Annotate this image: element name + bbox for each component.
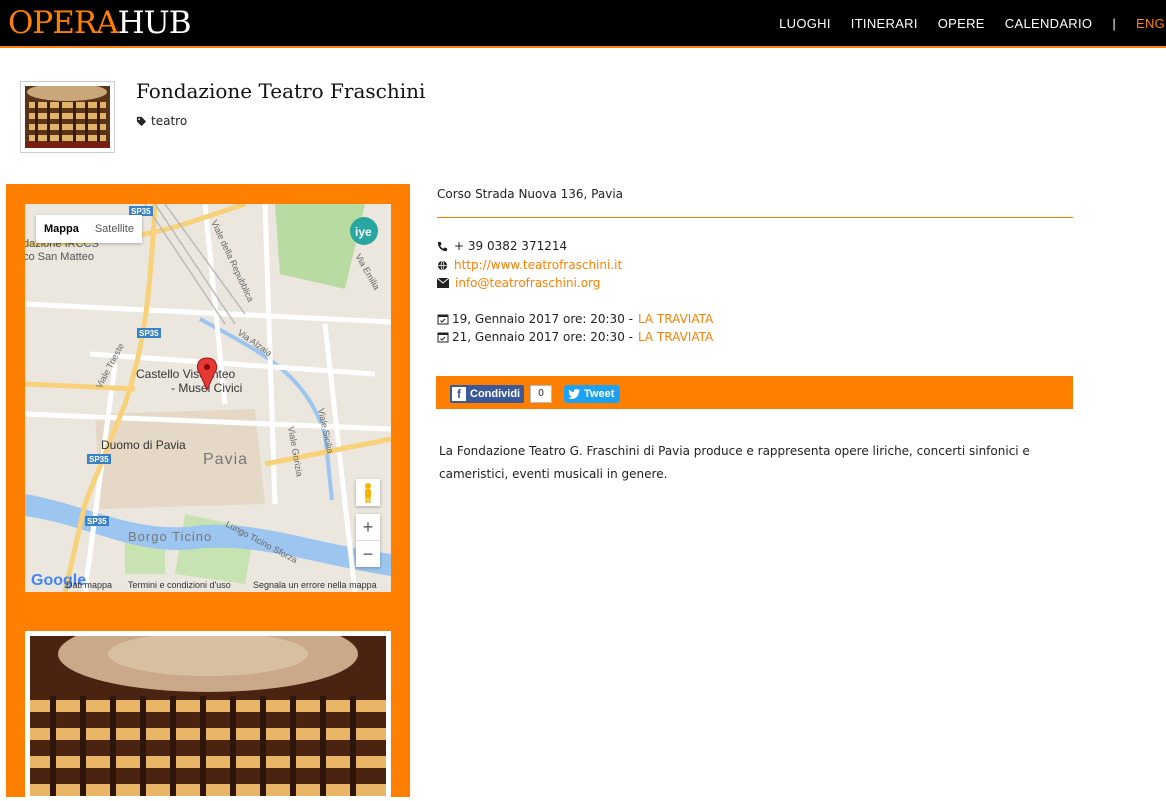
logo-part-opera: OPERA [8,5,119,41]
map-canvas: SP35 SP35 SP35 SP35 dazione IRCCS co San… [25,204,391,592]
map-label-castello: Castello Visconteo [136,367,235,381]
facebook-icon: f [452,387,466,401]
venue-address: Corso Strada Nuova 136, Pavia [437,187,624,201]
map-footer: Dati mappa Termini e condizioni d'uso Se… [25,578,391,592]
map-badge-iye: iye [355,225,372,239]
email-link[interactable]: info@teatrofraschini.org [455,276,600,290]
map-label-sp35-3: SP35 [89,455,109,464]
venue-tag[interactable]: teatro [136,114,187,128]
website-row: http://www.teatrofraschini.it [437,258,622,272]
venue-title: Fondazione Teatro Fraschini [136,79,426,103]
calendar-check-icon [437,332,449,343]
logo-part-hub: HUB [117,5,192,41]
phone-number[interactable]: + 39 0382 371214 [454,239,567,253]
facebook-share-button[interactable]: f Condividi [450,385,525,403]
top-navbar: OPERAHUB LUOGHI ITINERARI OPERE CALENDAR… [0,0,1166,48]
map-data-link[interactable]: Dati mappa [66,580,112,590]
language-switch-eng[interactable]: ENG [1136,16,1166,31]
event-row-2: 21, Gennaio 2017 ore: 20:30 - LA TRAVIAT… [437,330,713,344]
map-label-sp35-4: SP35 [87,517,107,526]
main-nav: LUOGHI ITINERARI OPERE CALENDARIO | ENG [779,0,1166,46]
twitter-tweet-label: Tweet [584,388,615,400]
event-1-date: 19, Gennaio 2017 ore: 20:30 - [452,312,633,326]
phone-icon [437,241,448,251]
map-type-satellite-button[interactable]: Satellite [87,215,142,243]
google-map[interactable]: SP35 SP35 SP35 SP35 dazione IRCCS co San… [25,204,391,592]
globe-icon [437,260,448,270]
venue-thumbnail[interactable] [20,81,115,153]
zoom-in-button[interactable]: + [356,514,380,540]
event-2-title-link[interactable]: LA TRAVIATA [638,330,713,344]
website-link[interactable]: http://www.teatrofraschini.it [454,258,622,272]
divider [437,217,1073,218]
map-type-control: Mappa Satellite [36,215,142,243]
twitter-tweet-button[interactable]: Tweet [564,385,621,403]
media-sidebar: SP35 SP35 SP35 SP35 dazione IRCCS co San… [6,184,410,801]
map-label-sp35-2: SP35 [139,329,159,338]
twitter-bird-icon [568,389,580,399]
event-1-title-link[interactable]: LA TRAVIATA [638,312,713,326]
zoom-control: + − [356,514,380,567]
venue-photo[interactable] [25,616,391,801]
site-logo[interactable]: OPERAHUB [8,4,192,42]
map-report-link[interactable]: Segnala un errore nella mappa [253,580,377,590]
envelope-icon [437,278,449,288]
map-label-duomo: Duomo di Pavia [101,438,186,452]
nav-item-luoghi[interactable]: LUOGHI [779,16,831,31]
phone-row: + 39 0382 371214 [437,239,567,253]
nav-item-calendario[interactable]: CALENDARIO [1005,16,1093,31]
email-row: info@teatrofraschini.org [437,276,600,290]
share-bar: f Condividi 0 Tweet [436,376,1073,409]
nav-item-opere[interactable]: OPERE [938,16,985,31]
nav-separator: | [1112,15,1116,31]
calendar-check-icon [437,314,449,325]
map-type-mappa-button[interactable]: Mappa [36,215,87,243]
map-label-pavia: Pavia [203,451,248,468]
event-row-1: 19, Gennaio 2017 ore: 20:30 - LA TRAVIAT… [437,312,713,326]
street-view-pegman-icon[interactable] [356,479,380,506]
zoom-out-button[interactable]: − [356,540,380,567]
event-2-date: 21, Gennaio 2017 ore: 20:30 - [452,330,633,344]
tag-icon [136,116,147,126]
nav-item-itinerari[interactable]: ITINERARI [851,16,918,31]
map-label-borgo-ticino: Borgo Ticino [128,529,212,544]
venue-description: La Fondazione Teatro G. Fraschini di Pav… [439,444,1030,481]
facebook-share-count: 0 [530,385,552,403]
map-label-san-matteo: co San Matteo [25,251,94,263]
map-terms-link[interactable]: Termini e condizioni d'uso [128,580,231,590]
venue-tag-label: teatro [151,114,188,128]
facebook-share-label: Condividi [470,388,521,400]
